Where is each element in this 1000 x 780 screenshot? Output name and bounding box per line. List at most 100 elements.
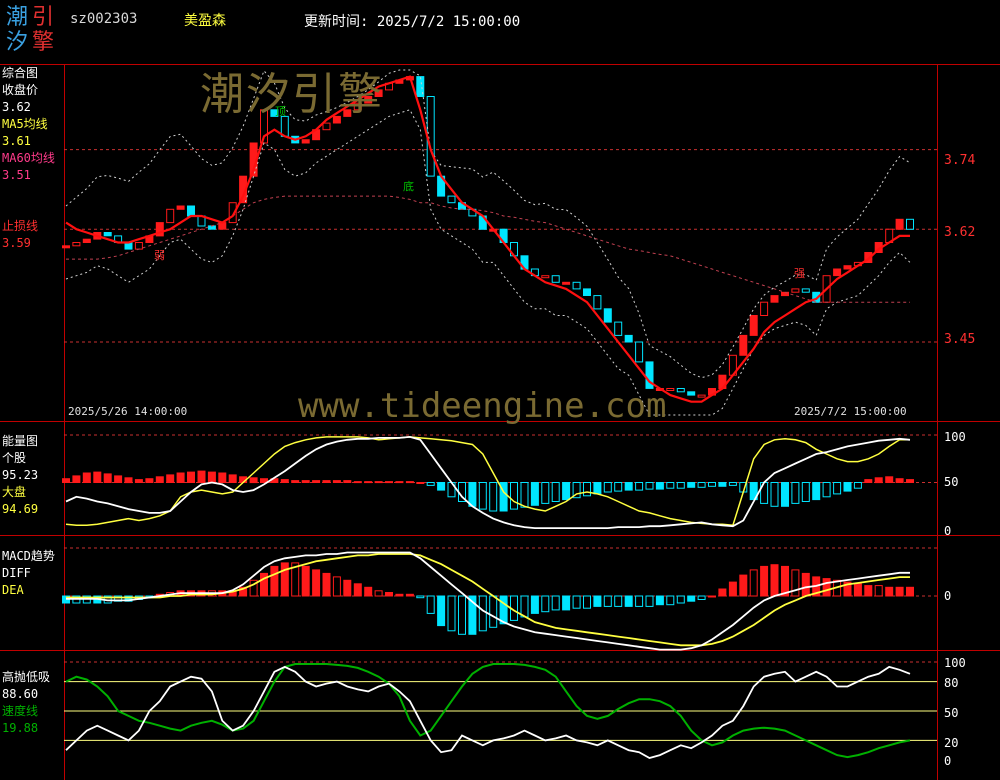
macd-bar — [801, 572, 810, 597]
macd-bar — [874, 585, 883, 597]
url-watermark: www.tideengine.com — [298, 386, 667, 426]
energy-market-value: 94.69 — [2, 502, 39, 516]
candle — [614, 321, 623, 336]
main-axis-tick-2: 3.62 — [944, 225, 976, 240]
update-time: 更新时间: 2025/7/2 15:00:00 — [304, 14, 521, 30]
macd-bar — [718, 588, 727, 597]
energy-bar — [708, 482, 716, 487]
candle — [749, 315, 758, 336]
energy-bar — [364, 481, 373, 484]
close-value: 3.62 — [2, 100, 31, 114]
macd-dea-label: DEA — [2, 583, 24, 597]
marker-strong: 强 — [794, 267, 805, 280]
macd-bar — [301, 565, 310, 597]
candle — [176, 205, 185, 210]
gpdx-panel-title: 高抛低吸 — [2, 670, 51, 684]
energy-bar — [906, 479, 914, 484]
ma5-value: 3.61 — [2, 134, 31, 148]
energy-bar — [385, 481, 393, 484]
energy-bar — [874, 477, 883, 484]
candle — [687, 391, 696, 396]
energy-bar — [603, 482, 612, 493]
candle — [166, 208, 175, 224]
energy-bar — [687, 482, 696, 488]
main-panel-title: 综合图 — [2, 66, 39, 80]
energy-bar — [301, 480, 310, 484]
logo-char-1: 潮 — [6, 5, 29, 30]
ma60-value: 3.51 — [2, 168, 31, 182]
ma5-label: MA5均线 — [2, 117, 48, 131]
energy-bar — [655, 482, 664, 490]
energy-bar — [124, 477, 133, 484]
macd-bar — [572, 595, 581, 609]
energy-bar — [62, 478, 70, 484]
macd-bar — [385, 592, 393, 597]
energy-bar — [280, 479, 289, 484]
energy-bar — [197, 470, 206, 484]
macd-bar — [562, 595, 571, 611]
energy-bar — [114, 475, 123, 483]
energy-bar — [864, 479, 873, 484]
energy-stock-value: 95.23 — [2, 468, 39, 482]
candle — [187, 205, 195, 217]
energy-bar — [332, 480, 341, 484]
macd-bar — [708, 595, 716, 598]
stock-code[interactable]: sz002303 — [70, 11, 137, 27]
candle — [895, 218, 904, 230]
main-axis-tick-3: 3.45 — [944, 332, 976, 347]
macd-bar — [551, 595, 560, 611]
macd-bar — [530, 595, 539, 614]
macd-bar — [280, 562, 289, 597]
energy-bar — [562, 482, 571, 501]
macd-bar — [864, 585, 873, 597]
candle — [603, 308, 612, 323]
close-label: 收盘价 — [2, 83, 39, 97]
gpdx-axis-50: 50 — [944, 706, 959, 720]
energy-bar — [510, 482, 518, 510]
candle — [697, 394, 706, 398]
macd-axis-0: 0 — [944, 589, 952, 603]
candle — [843, 265, 852, 270]
gpdx-line — [65, 665, 911, 759]
candle — [551, 275, 560, 283]
gpdx-axis-100: 100 — [944, 656, 966, 670]
energy-bar — [583, 482, 591, 497]
macd-bar — [770, 564, 779, 597]
candle — [62, 245, 70, 249]
macd-bar — [760, 565, 769, 597]
energy-bar — [801, 482, 810, 502]
title-bar: 潮 引 汐 擎 sz002303 美盈森 更新时间: 2025/7/2 15:0… — [0, 0, 1000, 64]
candle — [562, 281, 571, 285]
macd-bar — [270, 565, 279, 597]
lower-envelope-line — [65, 109, 911, 416]
energy-bar — [166, 474, 175, 483]
energy-bar — [822, 482, 831, 498]
energy-bar — [134, 479, 143, 484]
logo: 潮 引 汐 擎 — [6, 6, 58, 56]
energy-bar — [72, 475, 81, 483]
macd-diff-label: DIFF — [2, 566, 31, 580]
candle — [572, 281, 581, 290]
energy-bar — [697, 482, 706, 488]
macd-bar — [322, 572, 331, 597]
energy-bar — [103, 473, 112, 483]
energy-axis-100: 100 — [944, 430, 966, 444]
stop-loss-value: 3.59 — [2, 236, 31, 250]
candle — [791, 288, 800, 293]
macd-bar — [822, 578, 831, 597]
candle — [833, 268, 842, 277]
energy-bar — [218, 472, 227, 483]
energy-bar — [520, 482, 529, 508]
candle — [72, 242, 81, 247]
brand-watermark: 潮汐引擎 — [200, 69, 384, 120]
energy-bar — [843, 482, 852, 492]
energy-bar — [728, 482, 737, 486]
gpdx-axis-20: 20 — [944, 736, 959, 750]
ma5-line — [65, 75, 910, 403]
energy-bar — [645, 482, 654, 490]
macd-bar — [395, 593, 404, 597]
energy-bar — [635, 482, 644, 491]
macd-bar — [416, 595, 425, 599]
energy-bar — [676, 482, 685, 489]
macd-bar — [541, 595, 550, 613]
